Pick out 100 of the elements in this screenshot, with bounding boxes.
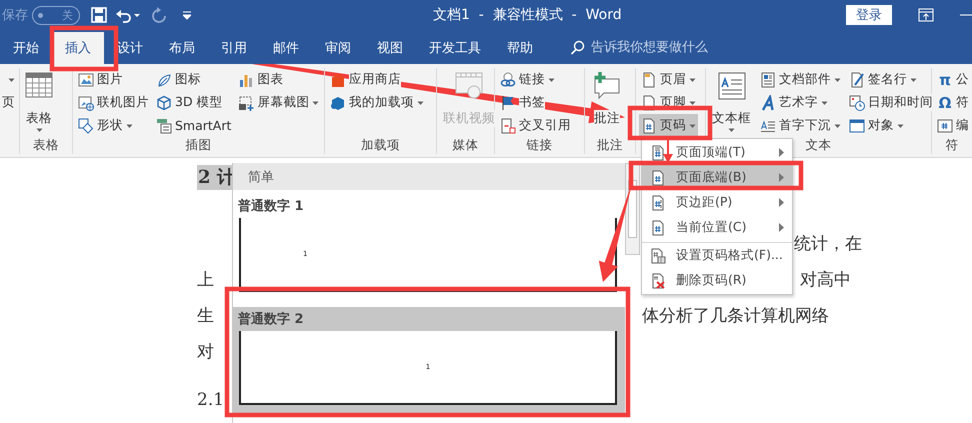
page-number-icon bbox=[650, 220, 666, 236]
submenu-arrow-icon bbox=[779, 223, 784, 232]
page-number-icon bbox=[641, 118, 657, 134]
flag-icon bbox=[500, 94, 516, 110]
group-label: 媒体 bbox=[452, 137, 478, 152]
annotation-arrow bbox=[663, 137, 673, 163]
ribbon-tab[interactable]: 插入 bbox=[52, 32, 104, 64]
ribbon-button[interactable]: 对象 bbox=[847, 114, 935, 137]
ribbon-button[interactable]: 表格 bbox=[20, 68, 58, 137]
menu-item[interactable]: 页边距(P) bbox=[642, 190, 792, 215]
submenu-arrow-icon bbox=[779, 148, 784, 157]
group-label: 加载项 bbox=[361, 137, 400, 152]
caret-icon bbox=[834, 76, 841, 82]
ribbon-button[interactable]: 文档部件 bbox=[758, 68, 843, 91]
group-label: 批注 bbox=[597, 137, 623, 152]
caret-icon bbox=[312, 100, 320, 106]
group-label: 文本 bbox=[806, 137, 832, 152]
ribbon-button[interactable]: 艺术字 bbox=[758, 91, 843, 114]
undo-icon[interactable] bbox=[115, 7, 141, 23]
tell-me-field[interactable]: 告诉我你想要做什么 bbox=[591, 40, 731, 54]
ribbon-button[interactable]: 形状 bbox=[76, 114, 151, 137]
shapes-icon bbox=[78, 118, 94, 134]
page-number-icon bbox=[650, 144, 666, 160]
header-icon bbox=[641, 72, 657, 88]
numbering-icon bbox=[937, 118, 953, 134]
sign-in-button[interactable]: 登录 bbox=[846, 5, 892, 25]
autosave-label: 保存 bbox=[2, 7, 28, 24]
signature-icon bbox=[849, 72, 865, 88]
diagram-icon bbox=[156, 118, 172, 134]
ribbon-button[interactable]: 图标 bbox=[154, 68, 234, 91]
page-number-format-icon bbox=[650, 248, 666, 264]
highlight-frame bbox=[50, 26, 118, 72]
caret-icon bbox=[689, 122, 696, 128]
image-icon bbox=[78, 72, 94, 88]
ribbon-button[interactable]: 首字下沉 bbox=[758, 114, 843, 137]
ribbon-options-icon[interactable] bbox=[918, 7, 934, 23]
section-heading: 2.1 bbox=[197, 389, 226, 412]
menu-item[interactable]: 当前位置(C) bbox=[642, 215, 792, 240]
caret-icon bbox=[8, 76, 15, 82]
menu-item[interactable]: 设置页码格式(F)... bbox=[642, 242, 792, 268]
ribbon-button[interactable]: 我的加载项 bbox=[328, 91, 426, 114]
search-icon[interactable] bbox=[570, 40, 585, 54]
caret-icon bbox=[689, 100, 696, 106]
ribbon-button[interactable]: SmartArt bbox=[154, 114, 234, 137]
caret-icon bbox=[126, 122, 133, 128]
caret-icon bbox=[834, 122, 841, 128]
ribbon-button[interactable]: 应用商店 bbox=[328, 68, 426, 91]
symbol-icon: π bbox=[937, 70, 953, 88]
ribbon-button[interactable]: 页码 bbox=[639, 114, 698, 137]
window-title: 文档1 - 兼容性模式 - Word bbox=[433, 6, 622, 24]
window-icon bbox=[849, 118, 865, 134]
cube-icon bbox=[330, 94, 346, 110]
body-text: 对 bbox=[197, 340, 215, 362]
ribbon-button[interactable]: 链接 bbox=[498, 68, 573, 91]
caret-icon bbox=[417, 100, 424, 106]
delete-page-number-icon bbox=[650, 272, 666, 288]
caret-icon bbox=[910, 76, 917, 82]
wordart-icon bbox=[760, 94, 776, 110]
ribbon-button[interactable]: Ω 符 bbox=[935, 91, 971, 114]
ribbon-button[interactable]: π 公 bbox=[935, 68, 971, 91]
group-label: 插图 bbox=[186, 137, 212, 152]
screenshot-icon bbox=[238, 94, 254, 110]
cross-reference-icon bbox=[500, 118, 516, 134]
submenu-arrow-icon bbox=[779, 173, 784, 182]
submenu-arrow-icon bbox=[779, 198, 784, 207]
ribbon-button[interactable]: 签名行 bbox=[847, 68, 935, 91]
document-parts-icon bbox=[760, 72, 776, 88]
calendar-clock-icon bbox=[849, 94, 865, 110]
symbol-icon: Ω bbox=[937, 94, 953, 112]
body-text: 体分析了几条计算机网络 bbox=[642, 304, 829, 326]
text-box-icon bbox=[716, 70, 748, 102]
body-text: 统计，在 bbox=[794, 232, 862, 254]
caret-icon bbox=[548, 76, 555, 82]
gallery-header: 简单 bbox=[233, 163, 625, 190]
redo-icon[interactable] bbox=[151, 7, 167, 23]
page-number-icon bbox=[650, 170, 666, 186]
group-label: 符 bbox=[946, 137, 958, 152]
body-text: 生 bbox=[197, 304, 215, 326]
image-globe-icon bbox=[78, 94, 94, 110]
group-label: 表格 bbox=[33, 137, 59, 152]
group-label: 链接 bbox=[526, 137, 552, 152]
ribbon-button[interactable]: 3D 模型 bbox=[154, 91, 234, 114]
ribbon-button[interactable]: 图表 bbox=[236, 68, 322, 91]
customize-toolbar-icon[interactable] bbox=[183, 10, 191, 20]
cube-icon bbox=[156, 94, 172, 110]
ribbon-button[interactable]: 页眉 bbox=[639, 68, 698, 91]
save-icon[interactable] bbox=[91, 7, 107, 23]
ribbon-button[interactable]: 图片 bbox=[76, 68, 151, 91]
ribbon-button[interactable]: 书签 bbox=[498, 91, 573, 114]
ribbon-button[interactable]: 文本框 bbox=[709, 68, 754, 137]
ribbon-button[interactable]: 编 bbox=[935, 114, 971, 137]
caret-icon bbox=[689, 76, 696, 82]
body-text: 对高中 bbox=[800, 268, 851, 290]
bag-icon bbox=[330, 72, 346, 88]
leaf-icon bbox=[156, 72, 172, 88]
menu-item[interactable]: 删除页码(R) bbox=[642, 268, 792, 293]
ribbon-button[interactable]: 屏幕截图 bbox=[236, 91, 322, 114]
caret-icon bbox=[821, 100, 828, 106]
link-icon bbox=[500, 72, 516, 88]
ribbon-button[interactable]: 批注 bbox=[588, 68, 626, 137]
